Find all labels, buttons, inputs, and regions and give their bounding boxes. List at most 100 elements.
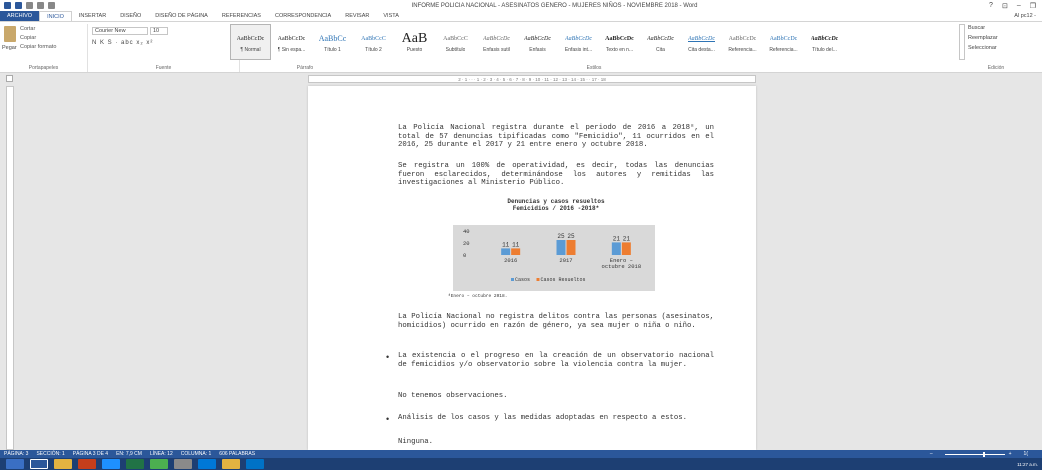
style-name: Puesto [406,47,423,53]
status-page[interactable]: PÁGINA: 3 [4,451,28,457]
save-icon[interactable] [15,2,22,9]
style-titulo-libro[interactable]: AaBbCcDc Título del... [804,24,845,60]
style-referencia-sutil[interactable]: AaBbCcDc Referencia... [722,24,763,60]
bullet-observatorio: La existencia o el progreso en la creaci… [398,352,714,369]
taskbar: 11:27 a.m. [0,458,1042,470]
status-word-count[interactable]: 606 PALABRAS [219,451,255,457]
tab-insertar[interactable]: INSERTAR [72,11,113,21]
x-tick-label: octubre 2018 [602,263,642,270]
style-referencia-intensa[interactable]: AaBbCcDc Referencia... [763,24,804,60]
tab-diseno-pagina[interactable]: DISEÑO DE PÁGINA [148,11,215,21]
status-page-of[interactable]: PÁGINA 3 DE 4 [73,451,108,457]
style-sample: AaBbCcDc [728,36,757,42]
zoom-thumb[interactable] [982,451,985,457]
redo-icon[interactable] [37,2,44,9]
minimize-button[interactable]: – [1017,2,1021,10]
font-group-label: Fuente [155,65,172,71]
status-line[interactable]: LÍNEA: 12 [150,451,173,457]
tab-selector[interactable] [6,75,13,82]
excel-icon[interactable] [126,459,144,469]
style-enfasis-intenso[interactable]: AaBbCcDc Énfasis int... [558,24,599,60]
tab-vista[interactable]: VISTA [376,11,406,21]
status-bar: PÁGINA: 3 SECCIÓN: 1 PÁGINA 3 DE 4 EN: 7… [0,450,1042,458]
explorer-icon[interactable] [54,459,72,469]
tab-inicio[interactable]: INICIO [39,11,72,21]
font-family-select[interactable]: Courier New [92,27,148,35]
style-name: Título 2 [365,47,382,53]
font-size-select[interactable]: 10 [150,27,168,35]
app-icon[interactable] [174,459,192,469]
style-cita-destacada[interactable]: AaBbCcDc Cita desta... [681,24,722,60]
style-sample: AaBbCcDc [769,36,798,42]
paragraph-delitos: La Policía Nacional no registra delitos … [398,313,714,330]
paste-button[interactable]: Pegar [2,45,17,51]
y-tick-label: 40 [463,228,470,235]
copy-button[interactable]: Copiar [20,35,36,41]
chart-title: Denuncias y casos resueltos [507,198,605,205]
y-tick-label: 0 [463,252,466,259]
status-position[interactable]: EN: 7,9 CM [116,451,142,457]
chart-subtitle: Femicidios / 2016 -2018* [512,205,600,212]
tab-referencias[interactable]: REFERENCIAS [215,11,268,21]
style-cita[interactable]: AaBbCcDc Cita [640,24,681,60]
cut-button[interactable]: Cortar [20,26,35,32]
help-button[interactable]: ? [989,2,993,10]
store-icon[interactable] [198,459,216,469]
style-name: Cita desta... [688,47,715,53]
vertical-ruler[interactable] [6,86,14,450]
style-sample: AaBbCcDc [810,36,839,42]
zoom-out-button[interactable]: – [930,451,933,457]
format-painter-button[interactable]: Copiar formato [20,44,56,50]
tab-diseno[interactable]: DISEÑO [113,11,148,21]
clock[interactable]: 11:27 a.m. [1017,462,1038,467]
status-column[interactable]: COLUMNA: 1 [181,451,212,457]
customize-qat-icon[interactable] [48,2,55,9]
tab-correspondencia[interactable]: CORRESPONDENCIA [268,11,338,21]
select-button[interactable]: Seleccionar [968,45,997,51]
legend-swatch [511,278,514,281]
style-texto-negrita[interactable]: AaBbCcDc Texto en n... [599,24,640,60]
style-titulo-1[interactable]: AaBbCc Título 1 [312,24,353,60]
styles-gallery-scroll[interactable] [959,24,965,60]
ribbon-display-button[interactable]: ⊡ [1002,2,1008,10]
start-icon[interactable] [6,459,24,469]
undo-icon[interactable] [26,2,33,9]
style-enfasis[interactable]: AaBbCcDc Énfasis [517,24,558,60]
find-button[interactable]: Buscar [968,25,985,31]
tab-archivo[interactable]: ARCHIVO [0,11,40,21]
data-label: 11 [512,241,520,248]
user-account[interactable]: Al pc12 - [1014,13,1042,19]
system-tray: 11:27 a.m. [1017,462,1042,467]
footnote: ⁸Enero – octubre 2018. [448,294,508,299]
style-titulo-2[interactable]: AaBbCcC Título 2 [353,24,394,60]
paste-icon[interactable] [4,26,16,42]
replace-button[interactable]: Reemplazar [968,35,998,41]
style-name: Subtítulo [445,47,466,53]
style-sample: AaBbCcDc [524,36,551,42]
ie-icon[interactable] [102,459,120,469]
style-sin-espaciado[interactable]: AaBbCcDc ¶ Sin espa... [271,24,312,60]
style-subtitulo[interactable]: AaBbCcC Subtítulo [435,24,476,60]
maximize-button[interactable]: ❐ [1030,2,1036,10]
style-name: Énfasis sutil [483,47,510,53]
font-format-row[interactable]: N K S · abc x₂ x² [92,40,153,46]
document-page[interactable]: La Policía Nacional registra durante el … [308,86,756,450]
word-taskbar-icon[interactable] [30,459,48,469]
style-sample: AaBbCcDc [565,36,592,42]
folder-icon[interactable] [222,459,240,469]
style-normal[interactable]: AaBbCcDc ¶ Normal [230,24,271,60]
horizontal-ruler[interactable]: 2 · 1 · · · 1 · 2 · 3 · 4 · 5 · 6 · 7 · … [308,75,756,83]
style-sample: AaBbCcDc [647,36,674,42]
chrome-icon[interactable] [150,459,168,469]
zoom-level[interactable]: 1( [1024,451,1028,457]
outlook-icon[interactable] [246,459,264,469]
status-section[interactable]: SECCIÓN: 1 [36,451,64,457]
chart-area[interactable]: 0 20 40 11 11 2016 25 25 2017 21 21 Enero – octubre … [453,225,655,291]
powerpoint-icon[interactable] [78,459,96,469]
style-enfasis-sutil[interactable]: AaBbCcDc Énfasis sutil [476,24,517,60]
zoom-in-button[interactable]: + [1009,451,1012,457]
style-name: Título 1 [324,47,341,53]
zoom-slider[interactable] [944,451,1005,457]
tab-revisar[interactable]: REVISAR [338,11,376,21]
style-puesto[interactable]: AaB Puesto [394,24,435,60]
